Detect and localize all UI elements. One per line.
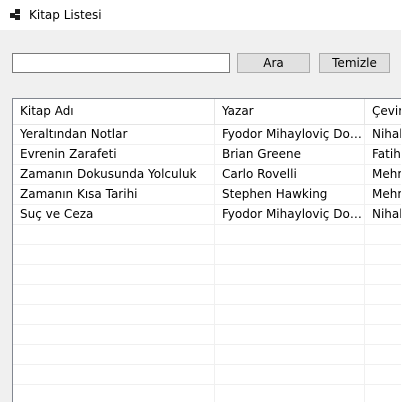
clear-button[interactable]: Temizle xyxy=(319,53,390,73)
cell-translator: Nihal Yalaza Taluy xyxy=(365,205,401,224)
empty-row xyxy=(13,245,401,265)
column-header-title[interactable]: Kitap Adı xyxy=(13,99,215,124)
table-row[interactable]: Yeraltından Notlar Fyodor Mihayloviç Dos… xyxy=(13,125,401,145)
cell-title: Zamanın Kısa Tarihi xyxy=(13,185,215,204)
cell-author: Carlo Rovelli xyxy=(215,165,365,184)
table-row[interactable]: Zamanın Kısa Tarihi Stephen Hawking Mehm… xyxy=(13,185,401,205)
column-header-author[interactable]: Yazar xyxy=(215,99,365,124)
window-app-icon xyxy=(10,9,22,21)
cell-title: Yeraltından Notlar xyxy=(13,125,215,144)
table-row[interactable]: Zamanın Dokusunda Yolculuk Carlo Rovelli… xyxy=(13,165,401,185)
table-row[interactable]: Suç ve Ceza Fyodor Mihayloviç Dostoyevsk… xyxy=(13,205,401,225)
cell-translator: Mehmet xyxy=(365,185,401,204)
empty-row xyxy=(13,285,401,305)
search-button[interactable]: Ara xyxy=(237,53,310,73)
empty-row xyxy=(13,365,401,385)
cell-title: Evrenin Zarafeti xyxy=(13,145,215,164)
cell-title: Zamanın Dokusunda Yolculuk xyxy=(13,165,215,184)
cell-translator: Fatih Yılmaz xyxy=(365,145,401,164)
table-row[interactable]: Evrenin Zarafeti Brian Greene Fatih Yılm… xyxy=(13,145,401,165)
cell-translator: Nihal Yalaza Taluy xyxy=(365,125,401,144)
window-title: Kitap Listesi xyxy=(29,8,102,22)
empty-row xyxy=(13,385,401,402)
search-input[interactable] xyxy=(12,53,230,73)
column-header-translator[interactable]: Çevirmen xyxy=(365,99,401,124)
empty-row xyxy=(13,305,401,325)
cell-author: Brian Greene xyxy=(215,145,365,164)
cell-translator: Mehmet xyxy=(365,165,401,184)
table-header: Kitap Adı Yazar Çevirmen xyxy=(13,99,401,125)
empty-row xyxy=(13,345,401,365)
empty-row xyxy=(13,225,401,245)
title-bar: Kitap Listesi xyxy=(0,0,401,30)
book-table[interactable]: Kitap Adı Yazar Çevirmen Yeraltından Not… xyxy=(12,98,401,402)
empty-row xyxy=(13,265,401,285)
cell-author: Fyodor Mihayloviç Dostoyevski xyxy=(215,125,365,144)
table-body: Yeraltından Notlar Fyodor Mihayloviç Dos… xyxy=(13,125,401,402)
cell-title: Suç ve Ceza xyxy=(13,205,215,224)
empty-row xyxy=(13,325,401,345)
cell-author: Stephen Hawking xyxy=(215,185,365,204)
cell-author: Fyodor Mihayloviç Dostoyevski xyxy=(215,205,365,224)
